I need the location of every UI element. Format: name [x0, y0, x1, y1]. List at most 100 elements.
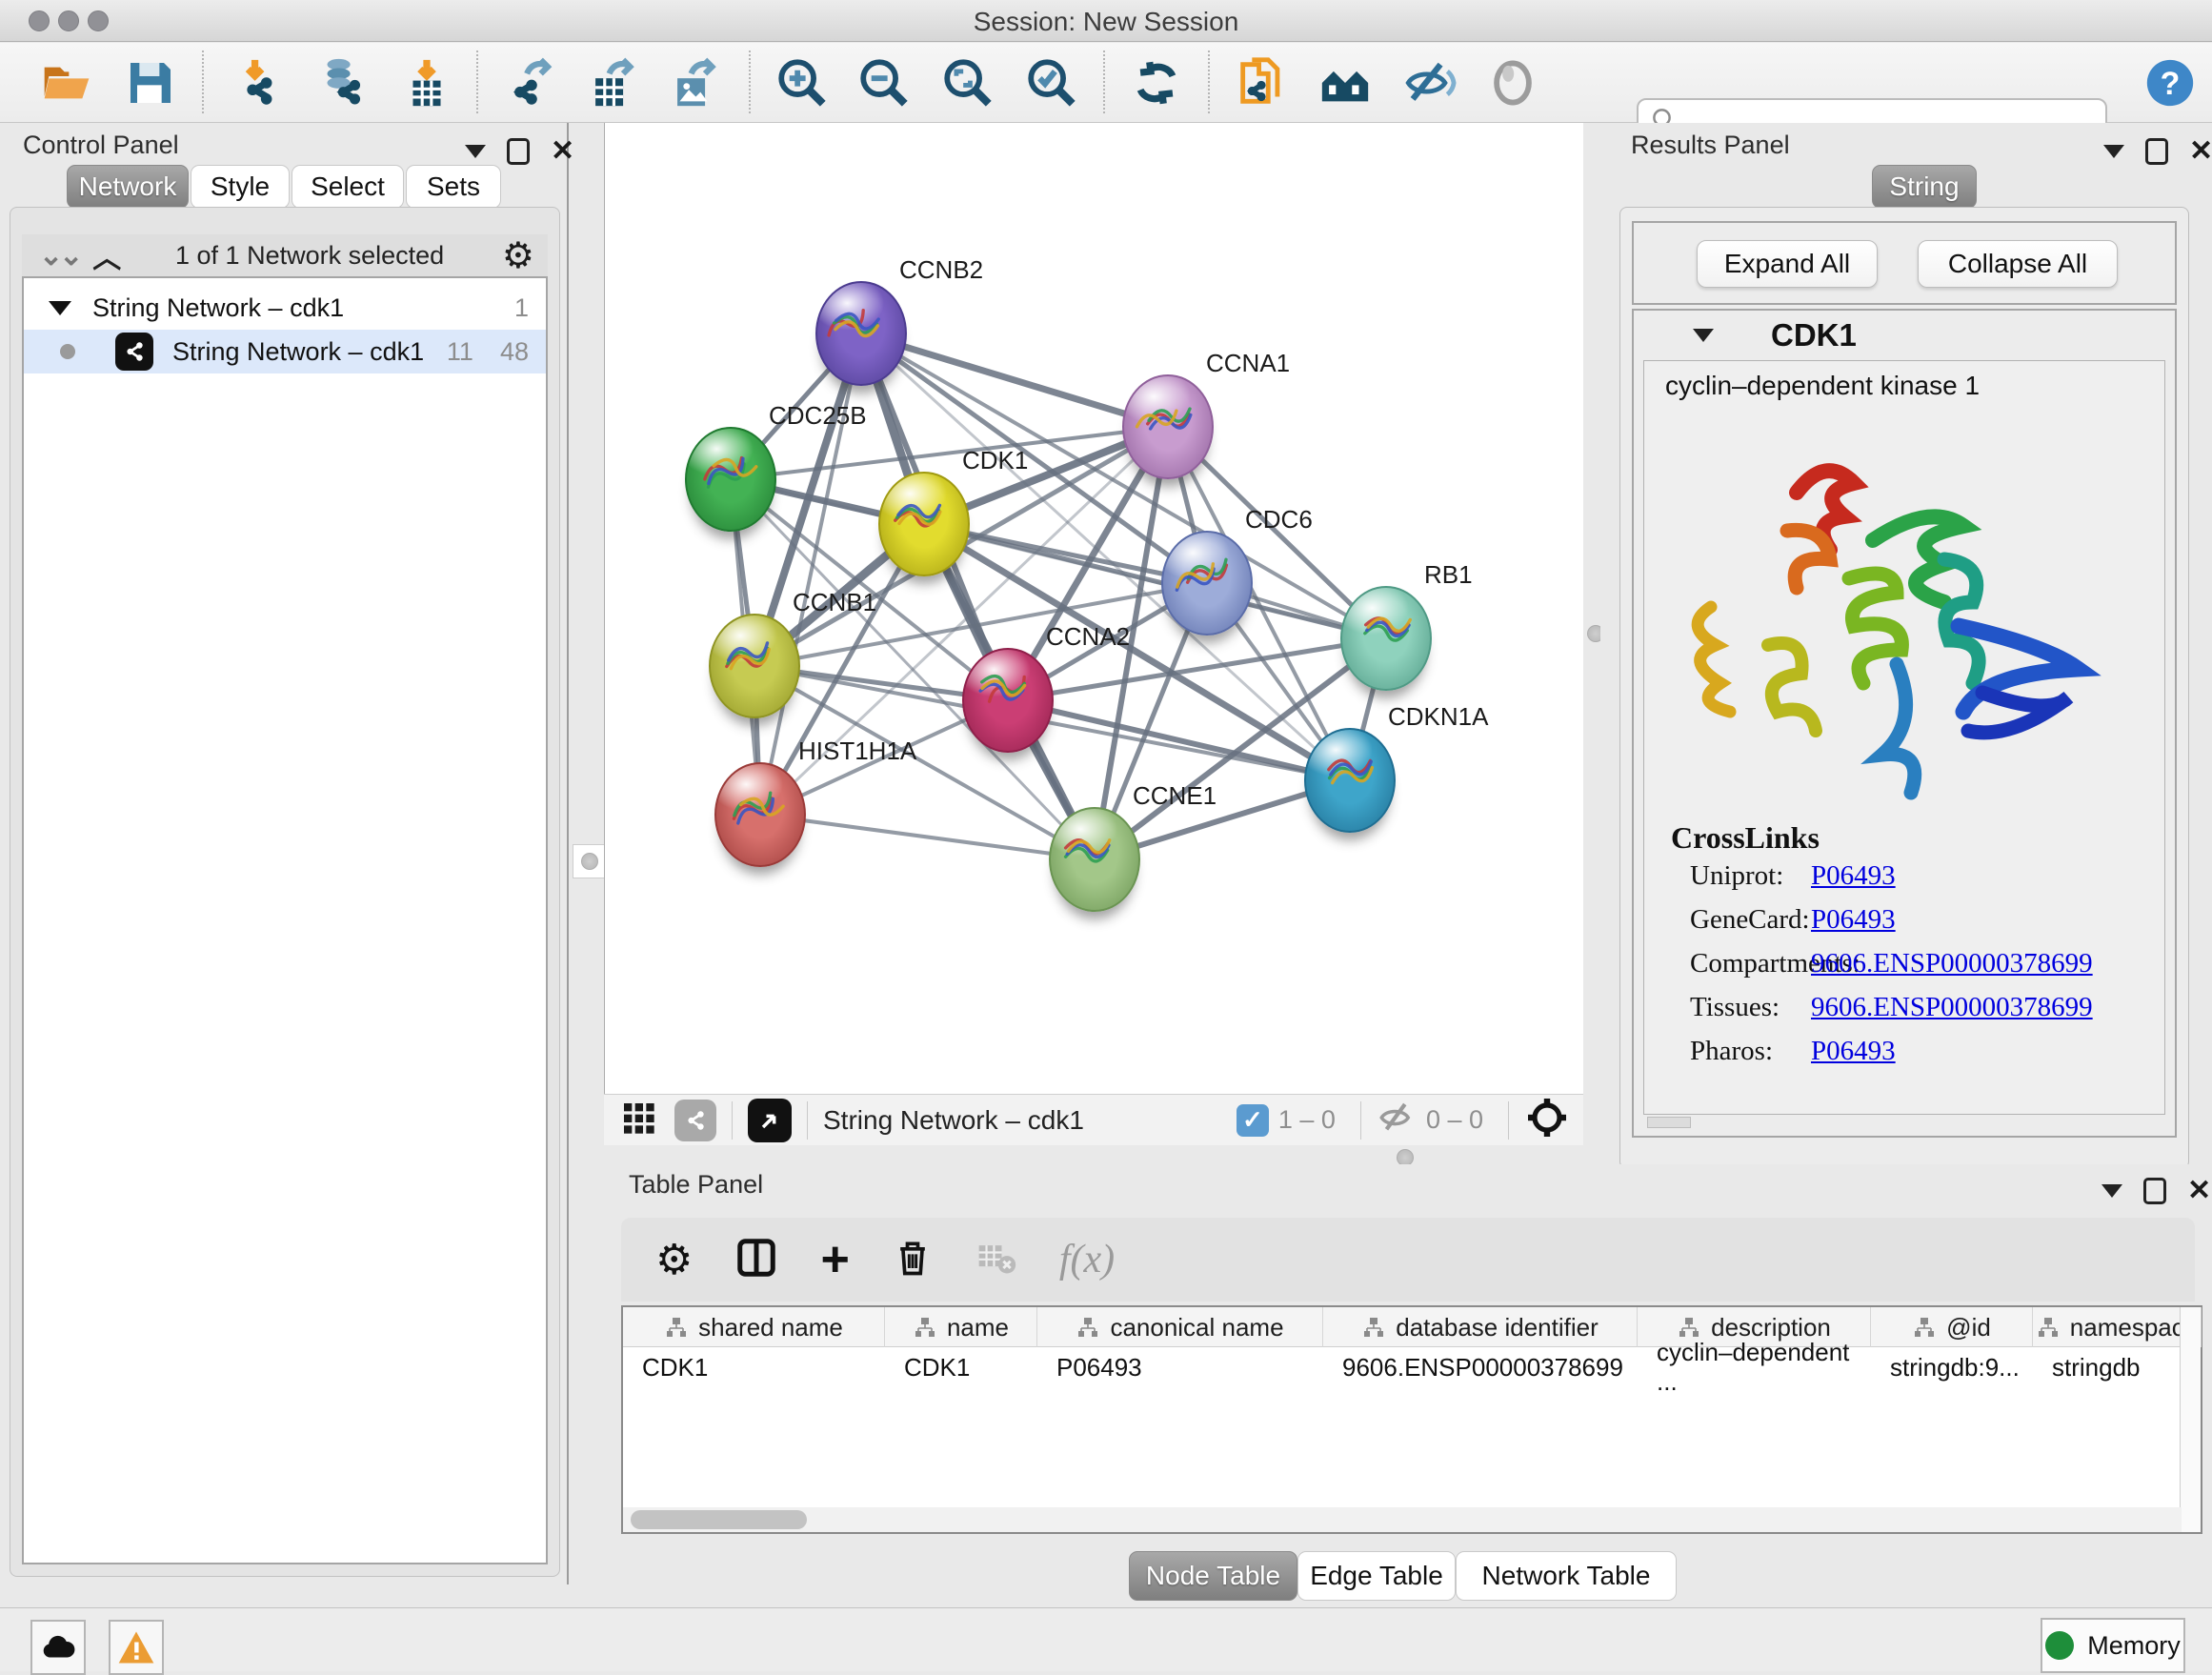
export-network-icon[interactable] — [503, 54, 560, 111]
tab-edge-table[interactable]: Edge Table — [1297, 1551, 1456, 1601]
column-header-canonical-name[interactable]: canonical name — [1037, 1307, 1323, 1347]
collection-expand-icon[interactable] — [49, 301, 71, 315]
network-collection-row[interactable]: String Network – cdk1 1 — [24, 286, 546, 330]
network-node-cdk1[interactable] — [878, 472, 970, 576]
table-panel-collapse-icon[interactable] — [2101, 1184, 2122, 1198]
crosslink-link[interactable]: 9606.ENSP00000378699 — [1811, 948, 2093, 979]
hide-panels-icon[interactable] — [1400, 54, 1458, 111]
network-node-ccna1[interactable] — [1122, 374, 1214, 479]
crosslink-link[interactable]: P06493 — [1811, 860, 1896, 892]
memory-button[interactable]: Memory — [2041, 1618, 2185, 1673]
network-node-ccnb1[interactable] — [709, 614, 800, 718]
tab-select[interactable]: Select — [292, 165, 404, 209]
function-builder-icon[interactable]: f(x) — [1059, 1237, 1115, 1282]
export-table-icon[interactable] — [583, 54, 640, 111]
tab-string[interactable]: String — [1872, 165, 1977, 209]
tab-style[interactable]: Style — [191, 165, 290, 209]
expand-all-icon[interactable]: ︿ — [92, 234, 117, 276]
tab-network[interactable]: Network — [67, 165, 189, 209]
table-cell[interactable]: 9606.ENSP00000378699 — [1323, 1347, 1638, 1387]
string-view-icon[interactable] — [674, 1100, 716, 1141]
results-panel-float-icon[interactable] — [2145, 138, 2168, 165]
network-node-ccna2[interactable] — [962, 648, 1054, 753]
share-document-icon[interactable] — [1233, 54, 1290, 111]
zoom-selected-icon[interactable] — [1023, 54, 1080, 111]
column-header-database-identifier[interactable]: database identifier — [1323, 1307, 1638, 1347]
add-column-icon[interactable]: + — [820, 1241, 849, 1279]
tab-node-table[interactable]: Node Table — [1129, 1551, 1297, 1601]
table-cell[interactable]: stringdb:9... — [1871, 1347, 2033, 1387]
zoom-fit-icon[interactable] — [939, 54, 996, 111]
collection-count: 1 — [514, 293, 529, 323]
export-image-icon[interactable] — [665, 54, 722, 111]
network-node-ccnb2[interactable] — [815, 281, 907, 386]
gene-hscroll-thumb[interactable] — [1647, 1117, 1691, 1128]
table-cell[interactable]: CDK1 — [623, 1347, 885, 1387]
import-table-icon[interactable] — [398, 54, 455, 111]
network-edge[interactable] — [861, 333, 1168, 427]
network-edge[interactable] — [760, 815, 1095, 859]
cloud-icon[interactable] — [30, 1620, 86, 1675]
table-cell[interactable]: stringdb — [2033, 1347, 2202, 1387]
open-session-icon[interactable] — [38, 54, 95, 111]
column-header-shared-name[interactable]: shared name — [623, 1307, 885, 1347]
control-panel-collapse-icon[interactable] — [465, 145, 486, 158]
tab-sets[interactable]: Sets — [406, 165, 501, 209]
warning-icon[interactable] — [109, 1620, 164, 1675]
table-row[interactable]: CDK1CDK1P064939606.ENSP00000378699cyclin… — [623, 1347, 2202, 1387]
crosshair-icon[interactable] — [1524, 1095, 1570, 1145]
results-panel-collapse-icon[interactable] — [2103, 145, 2124, 158]
show-columns-icon[interactable] — [734, 1236, 778, 1284]
network-node-rb1[interactable] — [1340, 586, 1432, 691]
hidden-eye-icon[interactable] — [1377, 1098, 1417, 1142]
table-cell[interactable]: cyclin–dependent ... — [1638, 1347, 1871, 1387]
network-options-gear-icon[interactable]: ⚙ — [502, 234, 534, 277]
refresh-icon[interactable] — [1128, 54, 1185, 111]
save-session-icon[interactable] — [122, 54, 179, 111]
table-hscroll-thumb[interactable] — [631, 1510, 807, 1529]
selected-checkbox-icon[interactable]: ✓ — [1237, 1104, 1269, 1137]
network-node-cdc6[interactable] — [1161, 531, 1253, 636]
table-horizontal-scrollbar[interactable] — [623, 1507, 2182, 1532]
table-panel-float-icon[interactable] — [2143, 1178, 2166, 1204]
network-node-cdc25b[interactable] — [685, 427, 776, 532]
table-vertical-scrollbar[interactable] — [2180, 1307, 2201, 1532]
tab-network-table[interactable]: Network Table — [1456, 1551, 1677, 1601]
delete-column-icon[interactable] — [892, 1237, 934, 1283]
import-network-icon[interactable] — [229, 54, 286, 111]
collapse-all-icon[interactable]: ⌄⌄ — [39, 239, 79, 272]
crosslink-link[interactable]: 9606.ENSP00000378699 — [1811, 992, 2093, 1023]
column-header-namespace[interactable]: namespace — [2033, 1307, 2202, 1347]
table-options-gear-icon[interactable]: ⚙ — [655, 1236, 693, 1284]
table-cell[interactable]: P06493 — [1037, 1347, 1323, 1387]
network-row[interactable]: String Network – cdk1 11 48 — [24, 330, 546, 373]
gene-collapse-icon[interactable] — [1693, 329, 1714, 342]
birdseye-view-icon[interactable] — [748, 1099, 792, 1142]
network-node-cdkn1a[interactable] — [1304, 728, 1396, 833]
results-panel-close-icon[interactable]: ✕ — [2189, 138, 2212, 165]
expand-all-button[interactable]: Expand All — [1697, 240, 1878, 288]
help-icon[interactable]: ? — [2142, 54, 2199, 111]
table-panel-close-icon[interactable]: ✕ — [2187, 1178, 2211, 1204]
delete-table-icon[interactable] — [975, 1237, 1017, 1283]
table-cell[interactable]: CDK1 — [885, 1347, 1037, 1387]
control-panel-close-icon[interactable]: ✕ — [551, 138, 574, 165]
zoom-in-icon[interactable] — [774, 54, 831, 111]
zoom-out-icon[interactable] — [855, 54, 913, 111]
import-network-from-database-icon[interactable] — [312, 54, 370, 111]
show-overview-icon[interactable] — [1484, 54, 1541, 111]
column-header--id[interactable]: @id — [1871, 1307, 2033, 1347]
left-divider-handle[interactable] — [573, 844, 607, 878]
network-node-hist1h1a[interactable] — [714, 762, 806, 867]
grid-view-icon[interactable] — [619, 1099, 657, 1141]
node-table[interactable]: shared namenamecanonical namedatabase id… — [621, 1305, 2202, 1534]
gene-header[interactable]: CDK1 — [1634, 311, 2175, 360]
column-header-name[interactable]: name — [885, 1307, 1037, 1347]
collapse-all-button[interactable]: Collapse All — [1918, 240, 2118, 288]
network-node-ccne1[interactable] — [1049, 807, 1140, 912]
network-canvas[interactable]: CCNB2CCNA1CDC25BCDK1CDC6RB1CCNB1CCNA2CDK… — [604, 123, 1583, 1094]
crosslink-link[interactable]: P06493 — [1811, 1036, 1896, 1067]
crosslink-link[interactable]: P06493 — [1811, 904, 1896, 936]
control-panel-float-icon[interactable] — [507, 138, 530, 165]
string-home-icon[interactable] — [1317, 54, 1374, 111]
